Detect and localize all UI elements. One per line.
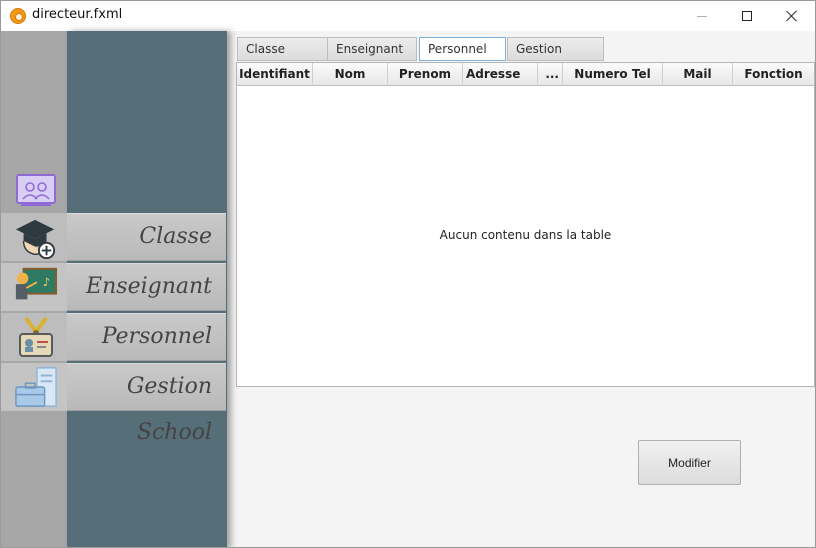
- column-header-identifiant[interactable]: Identifiant: [237, 63, 313, 86]
- table-header: Identifiant Nom Prenom Adresse ... Numer…: [237, 63, 814, 86]
- column-header-mail[interactable]: Mail: [663, 63, 733, 86]
- school-building-icon: [14, 367, 58, 407]
- maximize-icon: [742, 11, 752, 21]
- column-header-truncated[interactable]: ...: [538, 63, 563, 86]
- app-window: directeur.fxml ♪ Classe Enseignant Perso…: [0, 0, 816, 548]
- minimize-icon: [697, 15, 707, 17]
- nav-gestion-school-button[interactable]: Gestion School: [67, 363, 226, 445]
- tab-personnel[interactable]: Personnel: [419, 37, 506, 61]
- app-logo-icon: [10, 8, 26, 24]
- close-icon: [786, 10, 798, 22]
- teacher-blackboard-icon: ♪: [14, 266, 58, 306]
- presentation-board-icon: [14, 170, 58, 210]
- close-button[interactable]: [769, 1, 815, 31]
- modify-button[interactable]: Modifier: [638, 440, 741, 485]
- column-header-numero-tel[interactable]: Numero Tel: [563, 63, 663, 86]
- id-badge-icon: [14, 316, 58, 357]
- column-header-nom[interactable]: Nom: [313, 63, 388, 86]
- tab-classe[interactable]: Classe: [237, 37, 328, 61]
- svg-text:♪: ♪: [43, 275, 50, 289]
- column-header-prenom[interactable]: Prenom: [388, 63, 463, 86]
- maximize-button[interactable]: [724, 1, 770, 31]
- tab-gestion-school[interactable]: Gestion School: [507, 37, 604, 78]
- nav-classe-button[interactable]: Classe: [67, 213, 226, 261]
- minimize-button[interactable]: [679, 1, 725, 31]
- column-header-adresse[interactable]: Adresse: [463, 63, 538, 86]
- window-title: directeur.fxml: [32, 7, 123, 22]
- tab-enseignant[interactable]: Enseignant: [327, 37, 417, 61]
- graduation-cap-add-icon: [14, 219, 58, 260]
- nav-personnel-button[interactable]: Personnel: [67, 313, 226, 361]
- column-header-fonction[interactable]: Fonction: [733, 63, 814, 86]
- personnel-table[interactable]: Identifiant Nom Prenom Adresse ... Numer…: [236, 62, 815, 387]
- title-bar: directeur.fxml: [1, 1, 815, 31]
- table-empty-message: Aucun contenu dans la table: [439, 228, 612, 242]
- nav-enseignant-button[interactable]: Enseignant: [67, 263, 226, 311]
